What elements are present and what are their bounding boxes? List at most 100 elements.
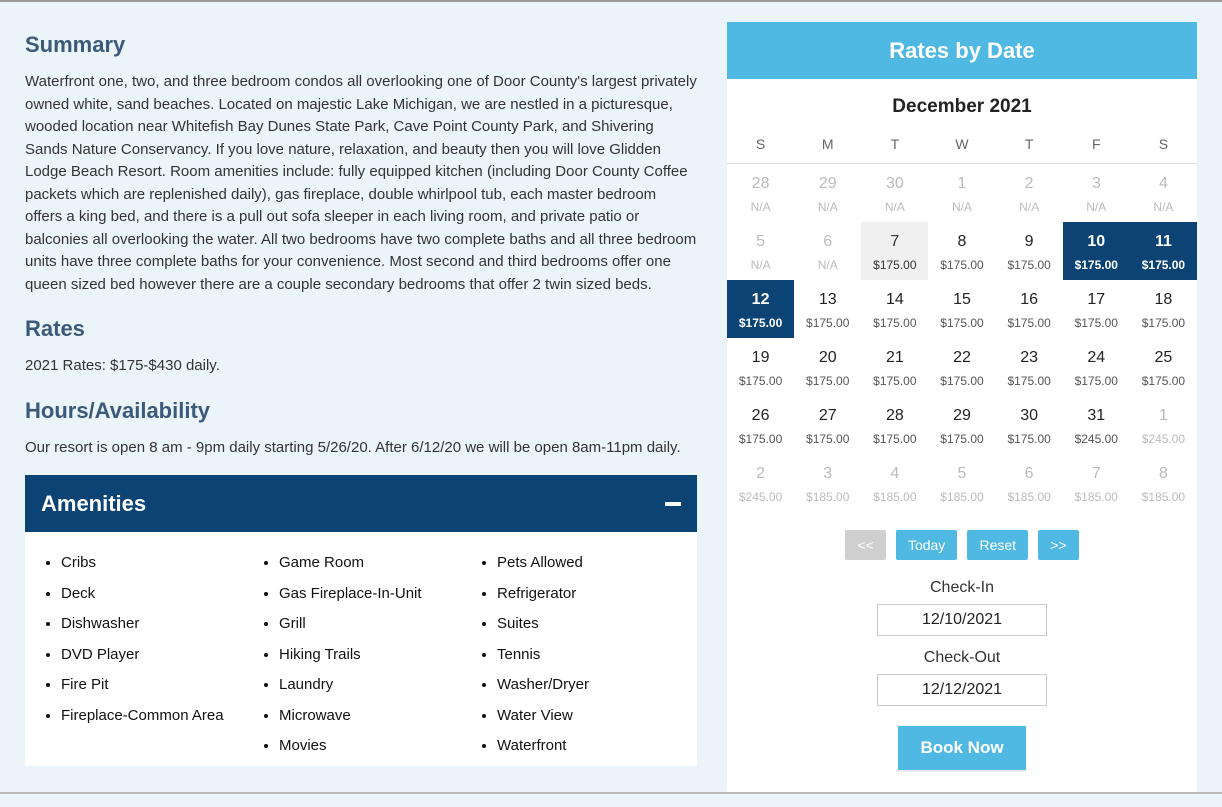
rates-text: 2021 Rates: $175-$430 daily. — [25, 355, 697, 378]
calendar-day-number: 6 — [796, 230, 859, 254]
reset-button[interactable]: Reset — [967, 530, 1028, 560]
amenity-item: Fireplace-Common Area — [61, 705, 247, 728]
calendar-day[interactable]: 18$175.00 — [1130, 280, 1197, 338]
calendar-day[interactable]: 21$175.00 — [861, 338, 928, 396]
calendar-day: 3N/A — [1063, 163, 1130, 222]
calendar-day-number: 19 — [729, 346, 792, 370]
summary-heading: Summary — [25, 28, 697, 61]
calendar-day-price: $175.00 — [998, 372, 1061, 390]
calendar-day[interactable]: 9$175.00 — [996, 222, 1063, 280]
calendar-day-price: $185.00 — [863, 488, 926, 506]
calendar-day-price: $175.00 — [863, 314, 926, 332]
calendar-day-number: 10 — [1065, 230, 1128, 254]
calendar-day-number: 29 — [930, 404, 993, 428]
today-button[interactable]: Today — [896, 530, 957, 560]
calendar-day[interactable]: 15$175.00 — [928, 280, 995, 338]
amenity-item: Refrigerator — [497, 583, 683, 606]
calendar-day[interactable]: 20$175.00 — [794, 338, 861, 396]
amenity-item: Fire Pit — [61, 674, 247, 697]
calendar-day-price: $175.00 — [863, 256, 926, 274]
calendar-day[interactable]: 31$245.00 — [1063, 396, 1130, 454]
calendar-day-price: $175.00 — [863, 430, 926, 448]
calendar-day[interactable]: 11$175.00 — [1130, 222, 1197, 280]
calendar-day[interactable]: 10$175.00 — [1063, 222, 1130, 280]
prev-month-button[interactable]: << — [845, 530, 885, 560]
amenity-item: Movies — [279, 735, 465, 758]
calendar-day: 1N/A — [928, 163, 995, 222]
calendar-day: 7$185.00 — [1063, 454, 1130, 512]
calendar-day[interactable]: 23 $175.00 — [996, 338, 1063, 396]
calendar-day-price: $185.00 — [796, 488, 859, 506]
calendar-day[interactable]: 28$175.00 — [861, 396, 928, 454]
calendar-day-price: $175.00 — [930, 256, 993, 274]
amenity-item: Waterfront — [497, 735, 683, 758]
amenity-item: Suites — [497, 613, 683, 636]
next-month-button[interactable]: >> — [1038, 530, 1078, 560]
calendar-day-price: $175.00 — [1132, 256, 1195, 274]
calendar-dow: S — [1130, 128, 1197, 164]
calendar-day-number: 2 — [998, 172, 1061, 196]
calendar-day-number: 23 — [998, 346, 1061, 370]
calendar-day-number: 18 — [1132, 288, 1195, 312]
calendar-day[interactable]: 7$175.00 — [861, 222, 928, 280]
calendar-day[interactable]: 30$175.00 — [996, 396, 1063, 454]
calendar-day-number: 1 — [1132, 404, 1195, 428]
calendar-day[interactable]: 25 $175.00 — [1130, 338, 1197, 396]
checkin-input[interactable] — [877, 604, 1047, 636]
calendar-day-number: 14 — [863, 288, 926, 312]
calendar-day-price: $175.00 — [1132, 372, 1195, 390]
calendar-day-price: $175.00 — [863, 372, 926, 390]
hours-text: Our resort is open 8 am - 9pm daily star… — [25, 437, 697, 460]
rates-heading: Rates — [25, 312, 697, 345]
calendar-day[interactable]: 8$175.00 — [928, 222, 995, 280]
calendar-day-number: 5 — [729, 230, 792, 254]
calendar-day-price: $175.00 — [729, 372, 792, 390]
calendar-day[interactable]: 16$175.00 — [996, 280, 1063, 338]
calendar-day: 2N/A — [996, 163, 1063, 222]
calendar-day-number: 9 — [998, 230, 1061, 254]
calendar-day[interactable]: 26$175.00 — [727, 396, 794, 454]
calendar-day[interactable]: 12$175.00 — [727, 280, 794, 338]
calendar-day-price: N/A — [729, 256, 792, 274]
calendar-day-number: 2 — [729, 462, 792, 486]
amenity-item: Water View — [497, 705, 683, 728]
calendar-day-price: $245.00 — [1132, 430, 1195, 448]
calendar-day: 4$185.00 — [861, 454, 928, 512]
calendar-day-price: N/A — [1132, 198, 1195, 216]
calendar-day-number: 27 — [796, 404, 859, 428]
calendar-day: 2$245.00 — [727, 454, 794, 512]
book-now-button[interactable]: Book Now — [898, 726, 1025, 770]
calendar-table: SMTWTFS 28N/A29N/A30N/A1N/A2N/A3N/A4N/A5… — [727, 128, 1197, 512]
calendar-day[interactable]: 17$175.00 — [1063, 280, 1130, 338]
calendar-month: December 2021 — [727, 79, 1197, 128]
calendar-day[interactable]: 14 $175.00 — [861, 280, 928, 338]
calendar-day-number: 25 — [1132, 346, 1195, 370]
calendar-day-price: $175.00 — [930, 314, 993, 332]
amenity-item: Grill — [279, 613, 465, 636]
calendar-day[interactable]: 29 $175.00 — [928, 396, 995, 454]
calendar-dow: T — [996, 128, 1063, 164]
calendar-day-price: $175.00 — [998, 314, 1061, 332]
amenity-item: Microwave — [279, 705, 465, 728]
calendar-day: 3 $185.00 — [794, 454, 861, 512]
amenities-toggle[interactable]: Amenities — [25, 475, 697, 532]
calendar-day[interactable]: 27 $175.00 — [794, 396, 861, 454]
calendar-day-price: $175.00 — [796, 430, 859, 448]
calendar-day-number: 3 — [796, 462, 859, 486]
calendar-day-price: $185.00 — [1132, 488, 1195, 506]
calendar-day-number: 30 — [863, 172, 926, 196]
calendar-day[interactable]: 22$175.00 — [928, 338, 995, 396]
calendar-day-price: $175.00 — [729, 314, 792, 332]
calendar-day-price: $175.00 — [930, 430, 993, 448]
calendar-day-number: 6 — [998, 462, 1061, 486]
calendar-day-number: 1 — [930, 172, 993, 196]
calendar-day-number: 5 — [930, 462, 993, 486]
calendar-day[interactable]: 13$175.00 — [794, 280, 861, 338]
calendar-day[interactable]: 24$175.00 — [1063, 338, 1130, 396]
amenities-body: CribsDeckDishwasherDVD PlayerFire PitFir… — [25, 532, 697, 766]
checkout-input[interactable] — [877, 674, 1047, 706]
calendar-dow: T — [861, 128, 928, 164]
calendar-day[interactable]: 19 $175.00 — [727, 338, 794, 396]
amenity-item: Cribs — [61, 552, 247, 575]
calendar-day-number: 31 — [1065, 404, 1128, 428]
